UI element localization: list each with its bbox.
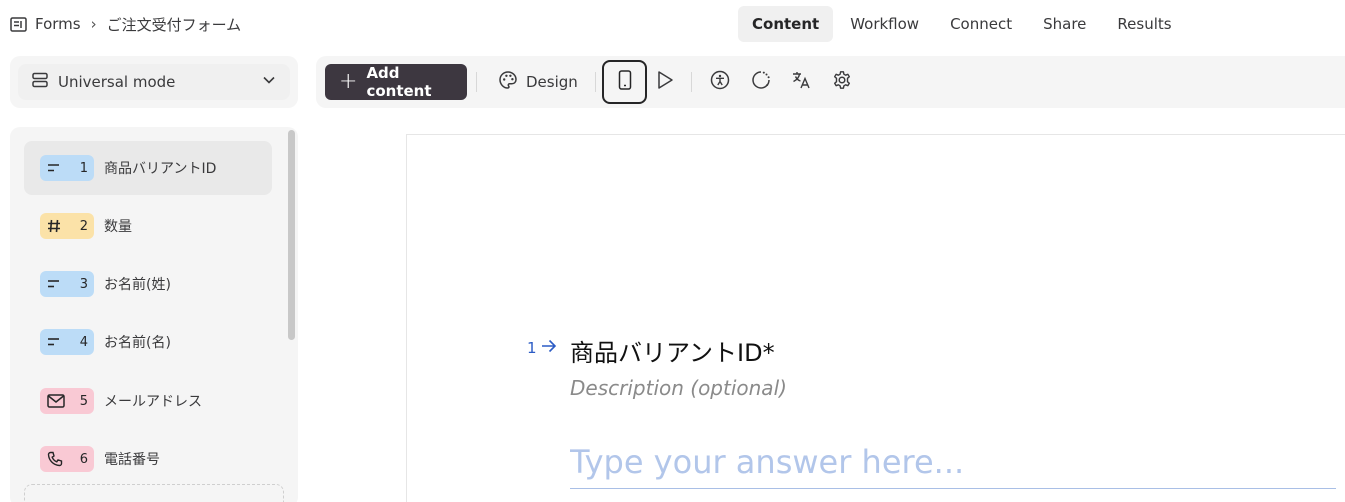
add-content-button[interactable]: + Add content — [325, 64, 467, 100]
chevron-down-icon — [262, 73, 276, 91]
question-label: お名前(名) — [104, 335, 171, 351]
question-item-5[interactable]: 5 メールアドレス — [24, 374, 272, 428]
layout-icon — [32, 72, 48, 92]
tab-connect[interactable]: Connect — [936, 6, 1026, 42]
tab-results[interactable]: Results — [1103, 6, 1185, 42]
question-label: 商品バリアントID — [104, 161, 217, 177]
question-item-2[interactable]: 2 数量 — [24, 199, 272, 253]
question-description[interactable]: Description (optional) — [570, 376, 787, 400]
question-list-scrollbar[interactable] — [288, 130, 295, 340]
toolbar-divider — [476, 72, 477, 92]
play-icon — [656, 70, 674, 94]
question-label: 電話番号 — [104, 452, 160, 468]
add-content-label: Add content — [366, 64, 432, 100]
mode-select[interactable]: Universal mode — [18, 64, 290, 100]
arrow-right-icon — [541, 339, 557, 357]
toolbar-divider — [691, 72, 692, 92]
question-number: 4 — [79, 334, 88, 350]
form-canvas: 1 商品バリアントID* Description (optional) — [406, 134, 1345, 502]
question-number: 6 — [79, 451, 88, 467]
short-text-icon — [47, 279, 63, 289]
mode-label: Universal mode — [58, 73, 176, 91]
mobile-icon — [618, 70, 632, 94]
design-button[interactable]: Design — [498, 64, 578, 100]
question-badge: 6 — [40, 446, 94, 472]
preview-button[interactable] — [653, 70, 677, 94]
question-label: 数量 — [104, 219, 132, 235]
short-text-icon — [47, 163, 63, 173]
mode-panel: Universal mode — [10, 56, 298, 108]
toolbar-divider — [595, 72, 596, 92]
breadcrumb-form-title[interactable]: ご注文受付フォーム — [107, 14, 242, 35]
top-bar: Forms › ご注文受付フォーム Content Workflow Conne… — [0, 0, 1345, 48]
question-badge: 3 — [40, 271, 94, 297]
question-item-3[interactable]: 3 お名前(姓) — [24, 257, 272, 311]
question-item-1[interactable]: 1 商品バリアントID — [24, 141, 272, 195]
palette-icon — [498, 70, 518, 94]
question-item-6[interactable]: 6 電話番号 — [24, 432, 272, 486]
tab-share[interactable]: Share — [1029, 6, 1100, 42]
question-badge: 2 — [40, 213, 94, 239]
hash-icon — [47, 219, 61, 233]
phone-icon — [47, 451, 63, 467]
breadcrumb: Forms › ご注文受付フォーム — [10, 12, 241, 36]
question-number-indicator: 1 — [527, 339, 557, 357]
question-number: 3 — [79, 276, 88, 292]
gear-icon — [832, 70, 852, 94]
breadcrumb-forms-link[interactable]: Forms — [35, 15, 81, 33]
nav-tabs: Content Workflow Connect Share Results — [738, 6, 1189, 42]
tab-content[interactable]: Content — [738, 6, 834, 42]
translate-button[interactable] — [789, 70, 813, 94]
question-title[interactable]: 商品バリアントID* — [570, 333, 775, 368]
logic-button[interactable] — [749, 70, 773, 94]
loading-circle-icon — [751, 70, 771, 94]
design-label: Design — [526, 73, 578, 91]
accessibility-button[interactable] — [708, 70, 732, 94]
question-number: 5 — [79, 393, 88, 409]
add-question-dropzone[interactable] — [24, 484, 284, 502]
question-list: 1 商品バリアントID 2 数量 3 お名前(姓) 4 お名前(名) 5 メール… — [10, 127, 298, 502]
tab-workflow[interactable]: Workflow — [836, 6, 933, 42]
question-number: 1 — [527, 339, 537, 357]
answer-input[interactable] — [570, 435, 1336, 489]
mobile-preview-button[interactable] — [602, 60, 647, 104]
forms-icon — [10, 16, 27, 32]
short-text-icon — [47, 337, 63, 347]
question-item-4[interactable]: 4 お名前(名) — [24, 315, 272, 369]
breadcrumb-separator: › — [90, 15, 97, 33]
plus-icon: + — [339, 69, 358, 94]
question-number: 2 — [79, 218, 88, 234]
mail-icon — [47, 394, 65, 408]
question-number: 1 — [79, 160, 88, 176]
settings-button[interactable] — [830, 70, 854, 94]
editor-toolbar: + Add content Design — [316, 56, 1345, 108]
question-label: お名前(姓) — [104, 277, 171, 293]
question-badge: 1 — [40, 155, 94, 181]
translate-icon — [791, 70, 811, 94]
accessibility-icon — [710, 70, 730, 94]
question-badge: 5 — [40, 388, 94, 414]
question-label: メールアドレス — [104, 394, 202, 410]
question-badge: 4 — [40, 329, 94, 355]
